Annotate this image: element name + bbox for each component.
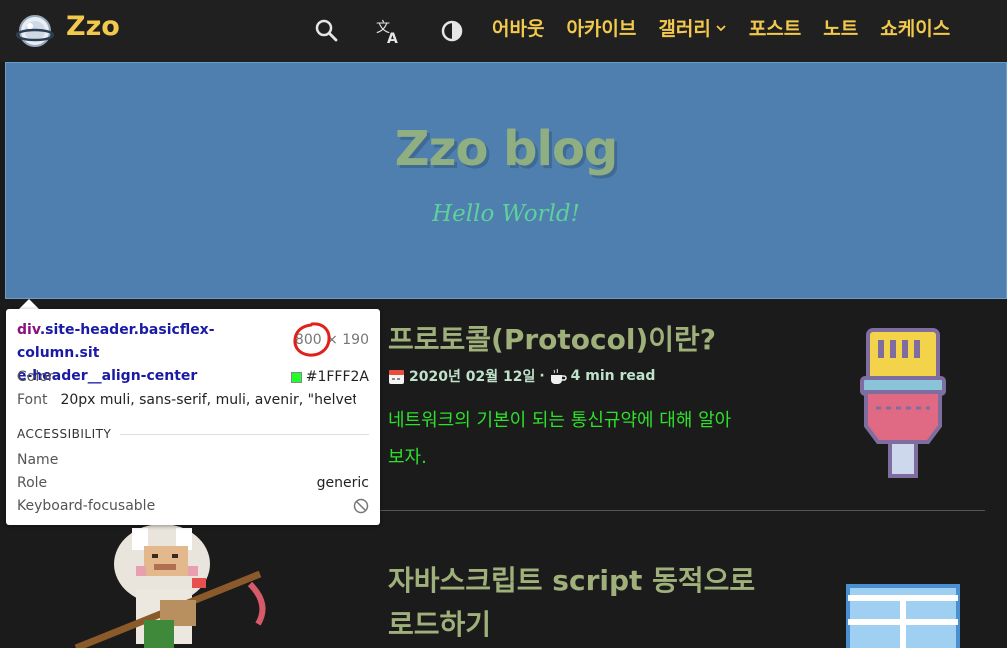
- post-description-line: 보자.: [388, 447, 427, 468]
- color-row: Color #1FFF2A: [17, 369, 369, 385]
- post-title-line: 자바스크립트 script 동적으로: [388, 564, 756, 597]
- post-read-time: 4 min read: [570, 368, 656, 384]
- keyboard-row: Keyboard-focusable: [17, 498, 369, 514]
- color-hex: #1FFF2A: [305, 369, 369, 385]
- post-title-line: 로드하기: [388, 608, 492, 641]
- color-swatch: [290, 371, 302, 383]
- font-row: Font 20px muli, sans-serif, muli, avenir…: [17, 392, 369, 408]
- brand-name[interactable]: Zzo: [66, 11, 120, 42]
- window-icon[interactable]: [846, 584, 960, 648]
- nav-link-notes[interactable]: 노트: [823, 14, 858, 41]
- selector-classes: .site-header.basicflex-column.sit: [17, 322, 215, 361]
- nav-link-label: 어바웃: [492, 18, 545, 40]
- color-value: #1FFF2A: [290, 369, 369, 385]
- red-circle-annotation: [293, 322, 331, 357]
- not-focusable-icon: [353, 498, 369, 514]
- post-date: 2020년 02월 12일: [409, 369, 536, 385]
- section-divider: [120, 434, 369, 435]
- nav-link-showcase[interactable]: 쇼케이스: [880, 14, 950, 41]
- nav-link-gallery[interactable]: 갤러리: [658, 14, 726, 41]
- chevron-down-icon: [716, 24, 726, 31]
- post-meta: 2020년 02월 12일 · 4 min read: [388, 366, 655, 386]
- post-title[interactable]: 프로토콜(Protocol)이란?: [388, 318, 716, 362]
- keyboard-label: Keyboard-focusable: [17, 498, 156, 514]
- nav-link-label: 쇼케이스: [880, 18, 951, 40]
- font-label: Font: [17, 392, 48, 408]
- nav-link-posts[interactable]: 포스트: [749, 14, 801, 41]
- post-description: 네트워크의 기본이 되는 통신규약에 대해 알아 보자.: [388, 402, 731, 476]
- nav-link-archive[interactable]: 아카이브: [566, 14, 636, 41]
- font-value: 20px muli, sans-serif, muli, avenir, "he…: [60, 392, 357, 408]
- accessibility-heading: ACCESSIBILITY: [17, 427, 112, 441]
- site-subtitle: Hello World!: [432, 201, 580, 227]
- meta-separator: ·: [539, 368, 545, 384]
- coffee-icon: [550, 368, 567, 384]
- svg-text:A: A: [387, 31, 398, 45]
- nav-link-label: 노트: [823, 18, 859, 40]
- color-label: Color: [17, 369, 54, 385]
- nav-menu: 어바웃 아카이브 갤러리 포스트 노트 쇼케이스: [492, 14, 950, 41]
- nav-link-label: 갤러리: [658, 18, 711, 40]
- post-description-line: 네트워크의 기본이 되는 통신규약에 대해 알아: [388, 410, 732, 431]
- site-title[interactable]: Zzo blog: [6, 121, 1006, 177]
- calendar-icon: [389, 369, 404, 384]
- role-label: Role: [17, 475, 48, 491]
- nav-link-label: 아카이브: [566, 18, 637, 40]
- navbar: Zzo 文 A 어바웃 아카이브 갤러리 포스트 노트 쇼케이스: [0, 0, 1007, 62]
- ethernet-cable-icon[interactable]: [860, 326, 946, 478]
- translate-icon[interactable]: 文 A: [375, 17, 403, 45]
- tooltip-arrow: [19, 299, 39, 309]
- name-row: Name: [17, 452, 369, 468]
- nav-link-label: 포스트: [748, 18, 802, 40]
- nav-link-about[interactable]: 어바웃: [492, 14, 544, 41]
- post-title[interactable]: 자바스크립트 script 동적으로 로드하기: [388, 559, 755, 647]
- teemo-sprite-image: [74, 524, 266, 648]
- role-row: Role generic: [17, 475, 369, 491]
- theme-toggle-icon[interactable]: [438, 17, 466, 45]
- logo-icon[interactable]: [16, 14, 54, 48]
- name-label: Name: [17, 452, 59, 468]
- selector-tag: div: [17, 322, 40, 338]
- role-value: generic: [316, 475, 369, 491]
- search-icon[interactable]: [313, 17, 341, 45]
- site-header: Zzo blog Hello World!: [5, 62, 1007, 299]
